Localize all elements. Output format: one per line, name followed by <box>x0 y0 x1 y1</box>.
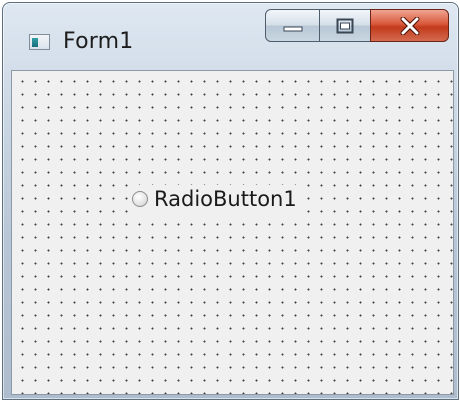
maximize-button[interactable] <box>319 9 371 42</box>
minimize-button[interactable] <box>265 9 320 42</box>
radio-circle-icon[interactable] <box>132 191 148 207</box>
minimize-icon <box>283 26 302 31</box>
window-title: Form1 <box>63 29 134 54</box>
form-window: Form1 RadioButton1 <box>2 2 459 400</box>
radio-button-1[interactable]: RadioButton1 <box>130 185 301 213</box>
close-icon <box>400 16 419 35</box>
title-bar[interactable]: Form1 <box>3 3 458 69</box>
radio-button-label[interactable]: RadioButton1 <box>154 187 297 211</box>
form-design-surface[interactable]: RadioButton1 <box>11 70 454 395</box>
maximize-icon <box>336 18 354 33</box>
close-button[interactable] <box>370 9 449 42</box>
form-app-icon[interactable] <box>29 34 50 50</box>
